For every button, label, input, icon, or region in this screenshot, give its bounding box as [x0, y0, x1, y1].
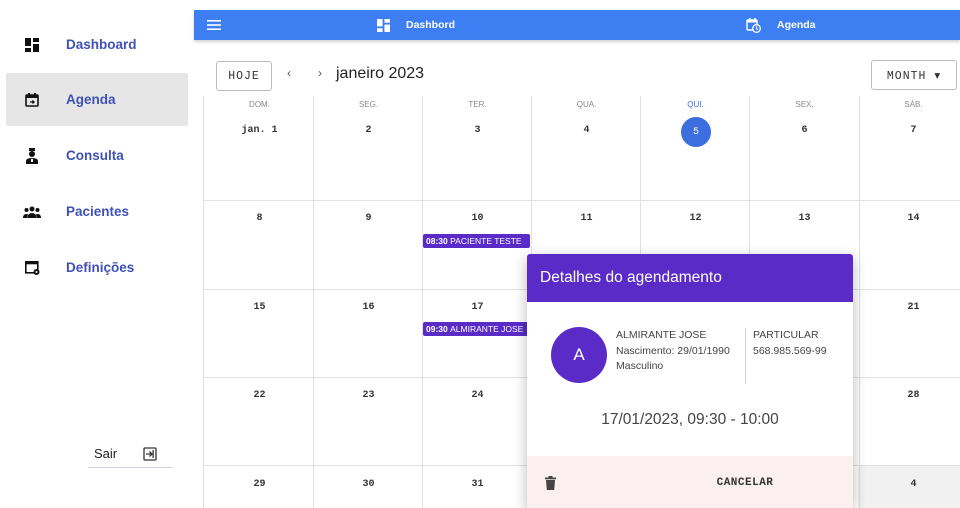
week-divider [203, 200, 960, 201]
top-nav-agenda[interactable]: Agenda [746, 10, 816, 40]
calendar-toolbar: HOJE ‹ › janeiro 2023 MONTH ▾ [194, 56, 960, 92]
patient-birth: Nascimento: 29/01/1990 [616, 344, 730, 357]
appointment-details-dialog: Detalhes do agendamento A ALMIRANTE JOSE… [527, 254, 853, 508]
settings-window-icon [22, 258, 42, 278]
logout-label: Sair [94, 446, 118, 461]
sidebar-item-label: Pacientes [66, 204, 130, 219]
weekday-header: QUA. [576, 100, 597, 109]
patient-info: ALMIRANTE JOSE Nascimento: 29/01/1990 Ma… [616, 328, 730, 375]
month-title: janeiro 2023 [336, 65, 425, 82]
event-time: 09:30 [426, 324, 451, 334]
dialog-actions: CANCELAR [527, 456, 853, 508]
calendar-event[interactable]: 08:30 PACIENTE TESTE [423, 234, 530, 248]
day-number[interactable]: 15 [205, 302, 314, 313]
hamburger-menu-icon[interactable] [206, 17, 222, 33]
logout-button[interactable]: Sair [88, 440, 172, 468]
next-month-button[interactable]: › [318, 66, 322, 80]
trash-icon[interactable] [545, 476, 556, 495]
sidebar-item-consulta[interactable]: Consulta [6, 129, 188, 182]
cancel-button[interactable]: CANCELAR [677, 470, 813, 496]
day-number[interactable]: 13 [750, 213, 859, 224]
day-number[interactable]: 6 [750, 125, 859, 136]
day-number[interactable]: 14 [859, 213, 960, 224]
day-number[interactable]: 29 [205, 479, 314, 490]
day-number[interactable]: 17 [423, 302, 532, 313]
weekday-header: SEX. [795, 100, 814, 109]
day-divider [203, 96, 204, 508]
day-number[interactable]: 22 [205, 390, 314, 401]
patient-plan: PARTICULAR [753, 329, 819, 341]
sidebar-item-label: Consulta [66, 148, 124, 163]
sidebar-item-label: Definições [66, 260, 135, 275]
patient-plan-info: PARTICULAR 568.985.569-99 [753, 328, 827, 359]
calendar-icon [22, 90, 42, 110]
day-number[interactable]: 16 [314, 302, 423, 313]
weekday-header: QUI. [687, 100, 704, 109]
day-number[interactable]: 11 [532, 213, 641, 224]
day-number[interactable]: 4 [532, 125, 641, 136]
day-number[interactable]: 28 [859, 390, 960, 401]
weekday-header: SÁB. [904, 100, 923, 109]
day-number[interactable]: 3 [423, 125, 532, 136]
appointment-datetime: 17/01/2023, 09:30 - 10:00 [601, 411, 779, 428]
event-title: PACIENTE TESTE [450, 236, 522, 246]
calendar-clock-icon [746, 17, 761, 33]
day-number[interactable]: 2 [314, 125, 423, 136]
weekday-header: SEG. [358, 100, 379, 109]
sidebar-item-pacientes[interactable]: Pacientes [6, 185, 188, 238]
dialog-title: Detalhes do agendamento [527, 254, 853, 302]
people-icon [22, 202, 42, 222]
sidebar-item-definicoes[interactable]: Definições [6, 241, 188, 294]
dashboard-icon [22, 35, 42, 55]
view-select-button[interactable]: MONTH ▾ [871, 60, 957, 90]
dashboard-icon [377, 18, 390, 32]
day-number[interactable]: 31 [423, 479, 532, 490]
prev-month-button[interactable]: ‹ [287, 66, 291, 80]
day-number[interactable]: 12 [641, 213, 750, 224]
event-time: 08:30 [426, 236, 451, 246]
day-number[interactable]: 7 [859, 125, 960, 136]
top-nav-dashboard-label: Dashbord [406, 19, 456, 31]
day-number[interactable]: 9 [314, 213, 423, 224]
patient-document: 568.985.569-99 [753, 344, 827, 357]
top-nav-agenda-label: Agenda [777, 19, 816, 31]
top-app-bar: Dashbord Agenda [194, 10, 960, 40]
event-title: ALMIRANTE JOSE [450, 324, 524, 334]
day-number[interactable]: 21 [859, 302, 960, 313]
info-divider [745, 328, 746, 384]
weekday-header: TER. [468, 100, 487, 109]
doctor-icon [22, 146, 42, 166]
weekday-header: DOM. [249, 100, 270, 109]
day-number[interactable]: 23 [314, 390, 423, 401]
sidebar-item-dashboard[interactable]: Dashboard [6, 18, 188, 71]
day-number[interactable]: 10 [423, 213, 532, 224]
today-day-number[interactable]: 5 [681, 117, 711, 147]
day-number[interactable]: 4 [859, 479, 960, 490]
today-button[interactable]: HOJE [216, 61, 272, 91]
patient-gender: Masculino [616, 360, 664, 372]
logout-icon [143, 446, 157, 461]
day-number[interactable]: 8 [205, 213, 314, 224]
patient-name: ALMIRANTE JOSE [616, 329, 707, 341]
top-nav-dashboard[interactable]: Dashbord [377, 10, 455, 40]
sidebar: Dashboard Agenda Consulta Pacientes Defi… [0, 0, 194, 508]
calendar-event[interactable]: 09:30 ALMIRANTE JOSE [423, 322, 530, 336]
sidebar-item-label: Agenda [66, 92, 116, 107]
sidebar-item-agenda[interactable]: Agenda [6, 73, 188, 126]
sidebar-item-label: Dashboard [66, 37, 137, 52]
day-number[interactable]: 24 [423, 390, 532, 401]
day-number[interactable]: 30 [314, 479, 423, 490]
avatar: A [551, 327, 607, 383]
day-number[interactable]: jan. 1 [205, 125, 314, 136]
